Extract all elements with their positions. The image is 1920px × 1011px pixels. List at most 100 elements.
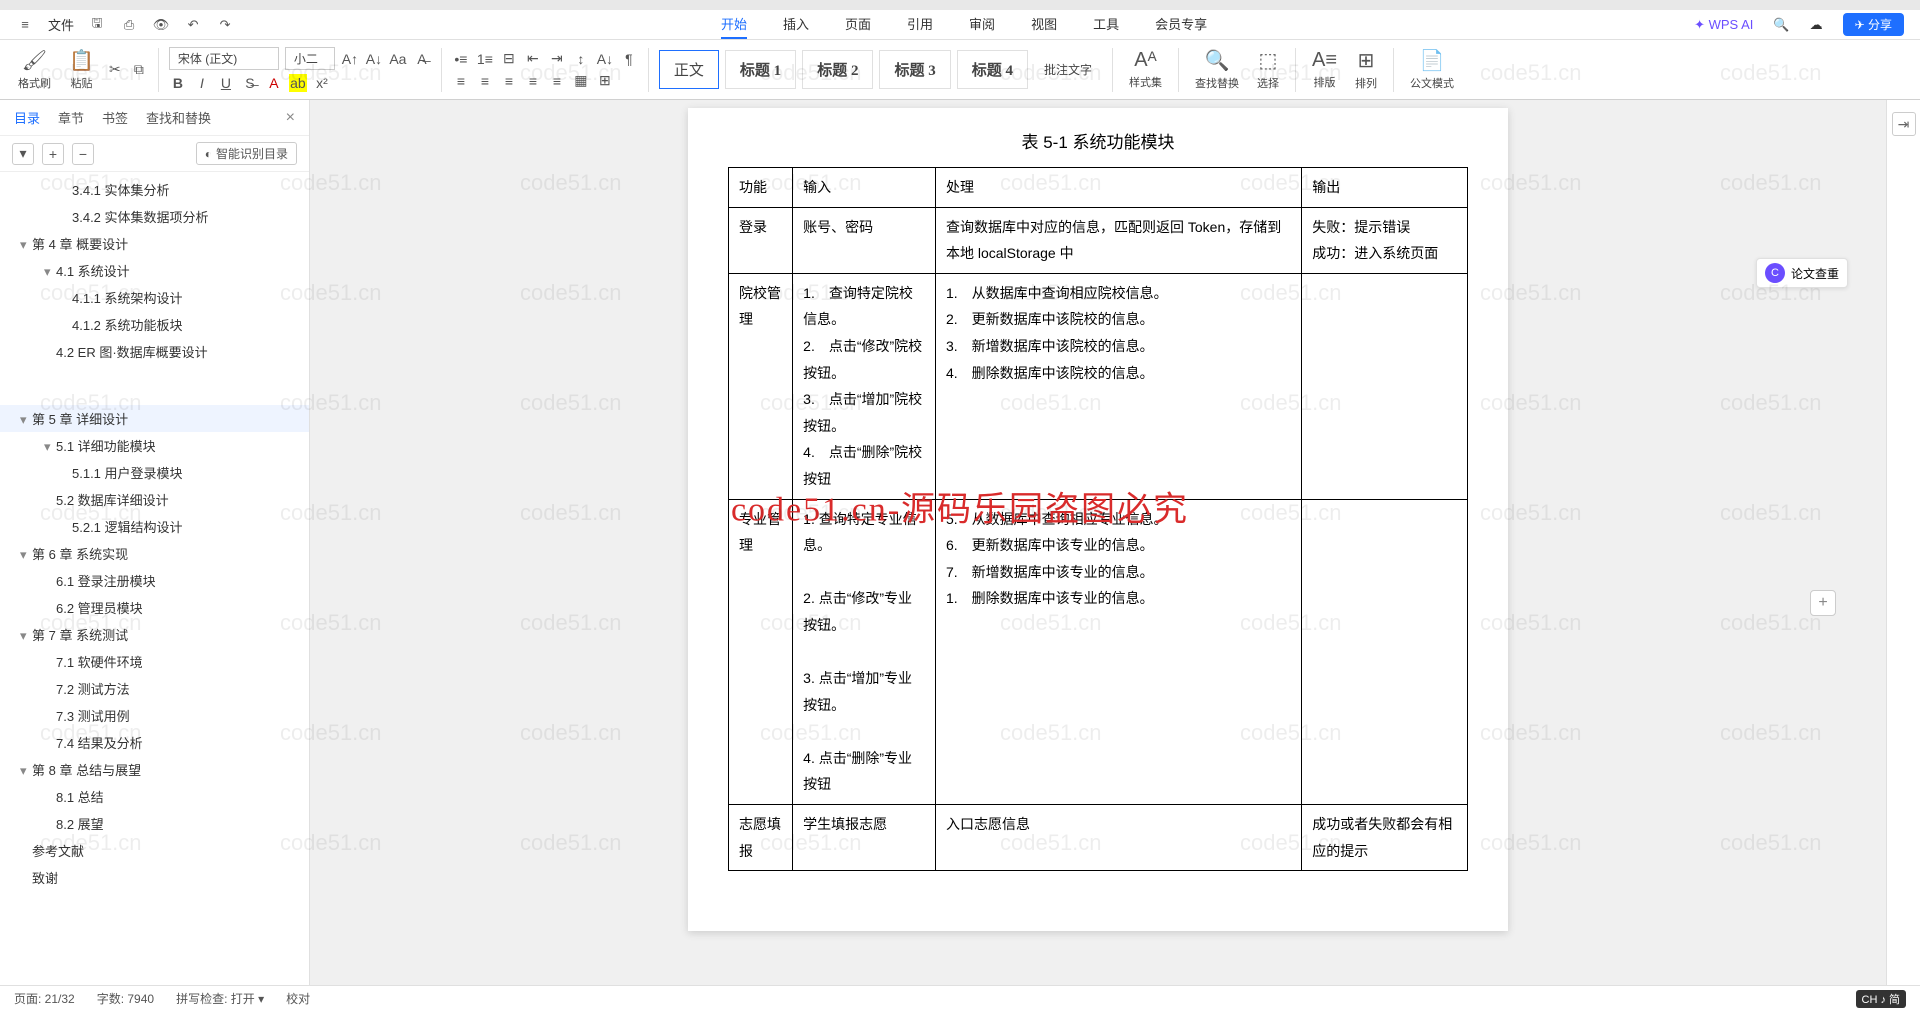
font-name-select[interactable]: 宋体 (正文) (169, 47, 279, 70)
nav-item[interactable]: ▾第 8 章 总结与展望 (0, 756, 309, 783)
strike-icon[interactable]: S̶ (241, 74, 259, 92)
indent-icon[interactable]: ⇥ (548, 50, 566, 68)
highlight-icon[interactable]: ab (289, 74, 307, 92)
document-canvas[interactable]: 表 5-1 系统功能模块 功能输入处理输出 登录账号、密码查询数据库中对应的信息… (310, 100, 1886, 985)
style-h1[interactable]: 标题 1 (725, 50, 796, 89)
borders-icon[interactable]: ⊞ (596, 72, 614, 90)
align-distribute-icon[interactable]: ≡ (548, 72, 566, 90)
menu-tab-1[interactable]: 插入 (783, 10, 809, 39)
nav-tab-find[interactable]: 查找和替换 (146, 108, 211, 127)
nav-collapse-button[interactable]: − (72, 143, 94, 165)
save-icon[interactable]: 🖫 (88, 16, 106, 34)
app-menu-icon[interactable]: ≡ (16, 16, 34, 34)
clear-format-icon[interactable]: A̶ (413, 50, 431, 68)
redo-icon[interactable]: ↷ (216, 16, 234, 34)
nav-item[interactable]: 3.4.1 实体集分析 (0, 176, 309, 203)
style-h4[interactable]: 标题 4 (957, 50, 1028, 89)
find-replace-button[interactable]: 🔍查找替换 (1189, 48, 1245, 91)
menu-tab-2[interactable]: 页面 (845, 10, 871, 39)
align-left-icon[interactable]: ≡ (452, 72, 470, 90)
select-button[interactable]: ⬚选择 (1251, 48, 1285, 91)
nav-item[interactable]: ▾第 7 章 系统测试 (0, 621, 309, 648)
italic-icon[interactable]: I (193, 74, 211, 92)
multilevel-icon[interactable]: ⊟ (500, 50, 518, 68)
nav-item[interactable]: 4.1.1 系统架构设计 (0, 284, 309, 311)
bold-icon[interactable]: B (169, 74, 187, 92)
nav-level-select[interactable]: ▾ (12, 143, 34, 165)
menu-tab-3[interactable]: 引用 (907, 10, 933, 39)
nav-item[interactable]: 5.1.1 用户登录模块 (0, 459, 309, 486)
undo-icon[interactable]: ↶ (184, 16, 202, 34)
menu-tab-6[interactable]: 工具 (1093, 10, 1119, 39)
nav-tab-toc[interactable]: 目录 (14, 108, 40, 127)
style-set-button[interactable]: Aᴬ样式集 (1123, 49, 1168, 90)
numbering-icon[interactable]: 1≡ (476, 50, 494, 68)
showmarks-icon[interactable]: ¶ (620, 50, 638, 68)
status-ime[interactable]: CH ♪ 简 (1856, 990, 1907, 1008)
nav-item[interactable]: ▾第 5 章 详细设计 (0, 405, 309, 432)
nav-item[interactable]: 8.2 展望 (0, 810, 309, 837)
wps-ai-button[interactable]: ✦ WPS AI (1694, 17, 1753, 33)
align-center-icon[interactable]: ≡ (476, 72, 494, 90)
nav-item[interactable]: 3.4.2 实体集数据项分析 (0, 203, 309, 230)
ai-detect-toc-button[interactable]: ◐ 智能识别目录 (196, 142, 297, 165)
nav-item[interactable]: 4.1.2 系统功能板块 (0, 311, 309, 338)
nav-item[interactable]: 7.3 测试用例 (0, 702, 309, 729)
nav-item[interactable]: 6.1 登录注册模块 (0, 567, 309, 594)
nav-item[interactable]: 致谢 (0, 864, 309, 891)
nav-close-icon[interactable]: × (286, 109, 295, 127)
arrange-button[interactable]: A≡排版 (1306, 49, 1343, 90)
format-painter-button[interactable]: 🖌格式刷 (12, 48, 57, 91)
status-page[interactable]: 页面: 21/32 (14, 990, 75, 1007)
nav-item[interactable]: 7.1 软硬件环境 (0, 648, 309, 675)
nav-item[interactable]: 4.2 ER 图·数据库概要设计 (0, 338, 309, 365)
style-body[interactable]: 正文 (659, 50, 719, 89)
sort-button[interactable]: ⊞排列 (1349, 48, 1383, 91)
paper-check-button[interactable]: C 论文查重 (1756, 258, 1848, 288)
status-spell[interactable]: 拼写检查: 打开 ▾ (176, 990, 264, 1007)
menu-tab-0[interactable]: 开始 (721, 10, 747, 39)
align-justify-icon[interactable]: ≡ (524, 72, 542, 90)
file-menu[interactable]: 文件 (48, 15, 74, 34)
outdent-icon[interactable]: ⇤ (524, 50, 542, 68)
nav-item[interactable]: ▾5.1 详细功能模块 (0, 432, 309, 459)
copy-icon[interactable]: ⧉ (130, 61, 148, 79)
linespacing-icon[interactable]: ↕ (572, 50, 590, 68)
change-case-icon[interactable]: Aa (389, 50, 407, 68)
print-preview-icon[interactable]: 👁 (152, 16, 170, 34)
nav-item[interactable]: 5.2.1 逻辑结构设计 (0, 513, 309, 540)
shading-icon[interactable]: ▦ (572, 72, 590, 90)
status-proof[interactable]: 校对 (286, 990, 310, 1007)
nav-item[interactable]: 7.4 结果及分析 (0, 729, 309, 756)
status-words[interactable]: 字数: 7940 (97, 990, 154, 1007)
share-button[interactable]: ✈ 分享 (1843, 13, 1904, 36)
nav-item[interactable]: 6.2 管理员模块 (0, 594, 309, 621)
print-icon[interactable]: ⎙ (120, 16, 138, 34)
menu-tab-7[interactable]: 会员专享 (1155, 10, 1207, 39)
gov-mode-button[interactable]: 📄公文模式 (1404, 48, 1460, 91)
rail-dock-icon[interactable]: ⇥ (1892, 112, 1916, 136)
cloud-icon[interactable]: ☁ (1810, 17, 1823, 33)
superscript-icon[interactable]: x² (313, 74, 331, 92)
nav-item[interactable]: 8.1 总结 (0, 783, 309, 810)
nav-item[interactable]: 5.2 数据库详细设计 (0, 486, 309, 513)
paste-button[interactable]: 📋粘贴 (63, 48, 100, 91)
nav-item[interactable]: ▾第 4 章 概要设计 (0, 230, 309, 257)
menu-tab-4[interactable]: 审阅 (969, 10, 995, 39)
nav-item[interactable]: ▾4.1 系统设计 (0, 257, 309, 284)
grow-font-icon[interactable]: A↑ (341, 50, 359, 68)
nav-expand-button[interactable]: + (42, 143, 64, 165)
shrink-font-icon[interactable]: A↓ (365, 50, 383, 68)
style-h2[interactable]: 标题 2 (802, 50, 873, 89)
nav-item[interactable]: 参考文献 (0, 837, 309, 864)
font-color-icon[interactable]: A (265, 74, 283, 92)
add-comment-button[interactable]: + (1810, 590, 1836, 616)
nav-tab-bookmarks[interactable]: 书签 (102, 108, 128, 127)
underline-icon[interactable]: U (217, 74, 235, 92)
search-icon[interactable]: 🔍 (1773, 17, 1789, 33)
nav-item[interactable]: 7.2 测试方法 (0, 675, 309, 702)
nav-item[interactable]: ▾第 6 章 系统实现 (0, 540, 309, 567)
bullets-icon[interactable]: •≡ (452, 50, 470, 68)
nav-tab-sections[interactable]: 章节 (58, 108, 84, 127)
align-right-icon[interactable]: ≡ (500, 72, 518, 90)
